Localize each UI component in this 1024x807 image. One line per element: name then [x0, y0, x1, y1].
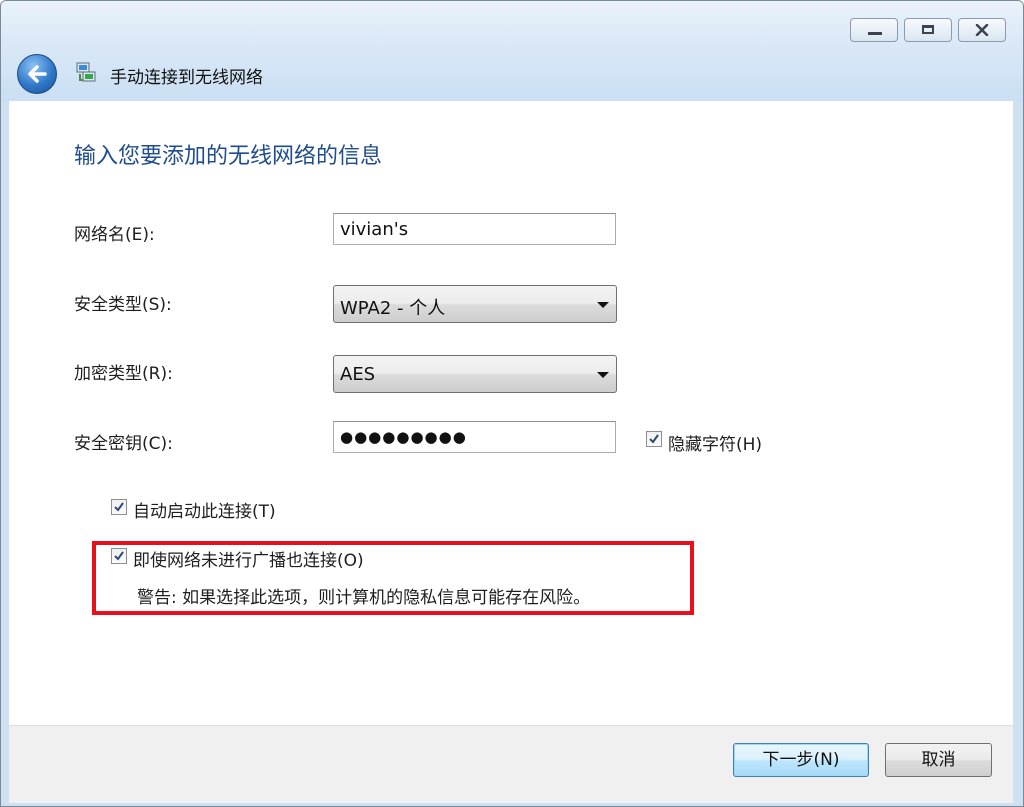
dialog-window: 手动连接到无线网络 输入您要添加的无线网络的信息 网络名(E): vivian'… — [0, 0, 1024, 807]
checkmark-icon — [649, 434, 659, 444]
auto-connect-label: 自动启动此连接(T) — [133, 502, 276, 522]
checkmark-icon — [114, 502, 124, 512]
network-name-input[interactable]: vivian's — [333, 213, 616, 245]
back-arrow-icon — [28, 65, 47, 83]
network-icon — [76, 62, 96, 82]
security-type-label: 安全类型(S): — [74, 295, 172, 315]
button-bar: 下一步(N) 取消 — [9, 725, 1013, 803]
dropdown-arrow-icon — [597, 372, 609, 378]
back-button[interactable] — [17, 54, 57, 94]
title-bar: 手动连接到无线网络 — [1, 1, 1023, 101]
security-key-label: 安全密钥(C): — [74, 434, 173, 454]
window-title: 手动连接到无线网络 — [110, 68, 263, 88]
security-key-input[interactable]: ●●●●●●●●● — [333, 421, 616, 453]
cancel-button[interactable]: 取消 — [885, 743, 992, 777]
minimize-button[interactable] — [850, 18, 898, 42]
security-type-select[interactable]: WPA2 - 个人 — [333, 285, 617, 323]
dropdown-arrow-icon — [597, 302, 609, 308]
close-icon — [975, 24, 989, 36]
content-area: 输入您要添加的无线网络的信息 网络名(E): vivian's 安全类型(S):… — [9, 101, 1013, 725]
maximize-button[interactable] — [904, 18, 952, 42]
highlight-box — [92, 541, 694, 615]
encryption-type-value: AES — [340, 364, 376, 385]
network-name-label: 网络名(E): — [74, 225, 155, 245]
encryption-type-label: 加密类型(R): — [74, 364, 173, 384]
page-heading: 输入您要添加的无线网络的信息 — [74, 144, 383, 169]
next-button[interactable]: 下一步(N) — [733, 743, 869, 777]
minimize-icon — [868, 32, 882, 35]
close-button[interactable] — [958, 18, 1006, 42]
maximize-icon — [922, 25, 934, 34]
hide-characters-label: 隐藏字符(H) — [668, 435, 763, 455]
hide-characters-checkbox[interactable] — [646, 431, 662, 447]
auto-connect-checkbox[interactable] — [111, 499, 127, 515]
encryption-type-select[interactable]: AES — [333, 355, 617, 393]
security-type-value: WPA2 - 个人 — [340, 298, 446, 319]
